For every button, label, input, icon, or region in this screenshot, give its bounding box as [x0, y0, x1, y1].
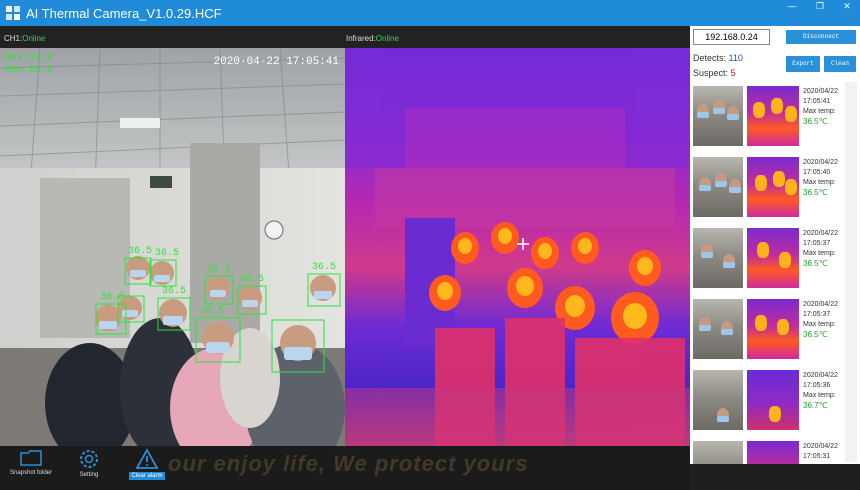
right-panel: 192.168.0.24 Disconnect Detects: 110 Sus… [690, 26, 860, 464]
clear-alarm-button[interactable]: Clear alarm [122, 448, 172, 480]
record-time: 17:05:37 [803, 240, 831, 247]
records-scrollbar[interactable] [845, 82, 857, 462]
app-logo-icon [6, 6, 20, 20]
channel-status-bar: CH1:Online Infrared:Online [0, 26, 690, 48]
thermal-snapshot [747, 299, 799, 359]
record-date: 2020/04/22 [803, 372, 839, 379]
ip-address-field[interactable]: 192.168.0.24 [693, 29, 770, 45]
face-temp-label: 36.5 [155, 248, 180, 259]
bottom-toolbar: our enjoy life, We protect yours Snapsho… [0, 446, 690, 490]
title-bar: AI Thermal Camera_V1.0.29.HCF — ❐ ✕ [0, 0, 860, 26]
video-timestamp: 2020-04-22 17:05:41 [213, 56, 339, 68]
list-item[interactable]: 2020/04/22 17:05:37 Max temp: 36.5℃ [691, 297, 858, 363]
video-overlay-max: Max:36.6 [5, 53, 54, 64]
list-item[interactable]: 2020/04/22 17:05:37 Max temp: 36.5℃ [691, 226, 858, 292]
folder-icon [20, 450, 42, 466]
record-temp-label: Max temp: [803, 108, 836, 115]
suspect-value: 5 [730, 68, 736, 78]
detects-value: 110 [728, 53, 743, 63]
face-temp-label: 36.5 [312, 262, 337, 273]
face-temp-label: 36.5 [240, 274, 265, 285]
face-snapshot [693, 86, 743, 146]
detects-stat: Detects: 110 [693, 53, 743, 63]
record-temp-label: Max temp: [803, 250, 836, 257]
suspect-label: Suspect: [693, 68, 729, 78]
record-time: 17:05:31 [803, 453, 831, 460]
video-area: CH1:Online Infrared:Online Max:36.6 Min:… [0, 26, 690, 490]
snapshot-folder-label: Snapshot folder [9, 470, 53, 476]
record-time: 17:05:36 [803, 382, 831, 389]
record-temp-label: Max temp: [803, 392, 836, 399]
suspect-stat: Suspect: 5 [693, 68, 736, 78]
infrared-status: Infrared:Online [346, 34, 399, 43]
list-item[interactable]: 2020/04/22 17:05:31 [691, 439, 858, 464]
face-temp-label: 36.5 [162, 286, 187, 297]
infrared-video-feed[interactable] [345, 48, 690, 446]
export-button[interactable]: Export [786, 56, 820, 72]
record-date: 2020/04/22 [803, 88, 839, 95]
setting-label: Setting [79, 472, 99, 478]
record-time: 17:05:40 [803, 169, 831, 176]
capture-records-list[interactable]: 2020/04/22 17:05:41 Max temp: 36.5℃ 2020… [691, 84, 858, 464]
ch1-label: CH1: [4, 34, 23, 43]
face-temp-label: 36.5 [128, 246, 153, 257]
detects-label: Detects: [693, 53, 727, 63]
thermal-snapshot [747, 228, 799, 288]
restore-icon[interactable]: ❐ [806, 0, 834, 14]
list-item[interactable]: 2020/04/22 17:05:36 Max temp: 36.7℃ [691, 368, 858, 434]
face-snapshot [693, 157, 743, 217]
face-snapshot [693, 299, 743, 359]
face-snapshot [693, 370, 743, 430]
record-info: 2020/04/22 17:05:36 Max temp: 36.7℃ [803, 371, 838, 411]
close-icon[interactable]: ✕ [834, 0, 860, 14]
record-temp: 36.7℃ [803, 401, 828, 410]
thermal-snapshot [747, 370, 799, 430]
record-temp: 36.5℃ [803, 330, 828, 339]
record-temp: 36.5℃ [803, 117, 828, 126]
record-temp: 36.5℃ [803, 188, 828, 197]
list-item[interactable]: 2020/04/22 17:05:40 Max temp: 36.5℃ [691, 155, 858, 221]
ir-online: Online [375, 34, 399, 43]
record-info: 2020/04/22 17:05:40 Max temp: 36.5℃ [803, 158, 838, 198]
face-temp-label: 36.5 [207, 264, 232, 275]
record-temp-label: Max temp: [803, 179, 836, 186]
visible-video-feed[interactable]: Max:36.6 Min:25.6 2020-04-22 17:05:41 36… [0, 48, 345, 446]
record-info: 2020/04/22 17:05:41 Max temp: 36.5℃ [803, 87, 838, 127]
window-title: AI Thermal Camera_V1.0.29.HCF [26, 5, 222, 21]
face-snapshot [693, 228, 743, 288]
clean-button[interactable]: Clean [824, 56, 856, 72]
thermal-snapshot [747, 86, 799, 146]
record-temp: 36.5℃ [803, 259, 828, 268]
record-info: 2020/04/22 17:05:37 Max temp: 36.5℃ [803, 229, 838, 269]
warning-icon [135, 448, 159, 469]
face-snapshot [693, 441, 743, 464]
record-time: 17:05:37 [803, 311, 831, 318]
record-info: 2020/04/22 17:05:37 Max temp: 36.5℃ [803, 300, 838, 340]
record-date: 2020/04/22 [803, 443, 839, 450]
minimize-icon[interactable]: — [778, 0, 806, 14]
video-overlay-min: Min:25.6 [5, 65, 54, 76]
snapshot-folder-button[interactable]: Snapshot folder [6, 448, 56, 476]
record-info: 2020/04/22 17:05:31 [803, 442, 838, 462]
record-date: 2020/04/22 [803, 301, 839, 308]
record-time: 17:05:41 [803, 98, 831, 105]
slogan-text: our enjoy life, We protect yours [168, 451, 529, 476]
list-item[interactable]: 2020/04/22 17:05:41 Max temp: 36.5℃ [691, 84, 858, 150]
setting-button[interactable]: Setting [64, 448, 114, 478]
ch1-status: CH1:Online [4, 34, 45, 43]
face-temp-label: 36.5 [200, 306, 225, 317]
ir-label: Infrared: [346, 34, 376, 43]
record-date: 2020/04/22 [803, 159, 839, 166]
thermal-snapshot [747, 441, 799, 464]
ch1-online: Online [22, 34, 46, 43]
thermal-snapshot [747, 157, 799, 217]
record-date: 2020/04/22 [803, 230, 839, 237]
record-temp-label: Max temp: [803, 321, 836, 328]
gear-icon [80, 450, 98, 468]
office-scene-image [0, 48, 345, 446]
disconnect-button[interactable]: Disconnect [786, 30, 856, 44]
thermal-image [345, 48, 690, 446]
face-temp-label: 36.6 [100, 292, 125, 303]
clear-alarm-label: Clear alarm [129, 472, 165, 480]
